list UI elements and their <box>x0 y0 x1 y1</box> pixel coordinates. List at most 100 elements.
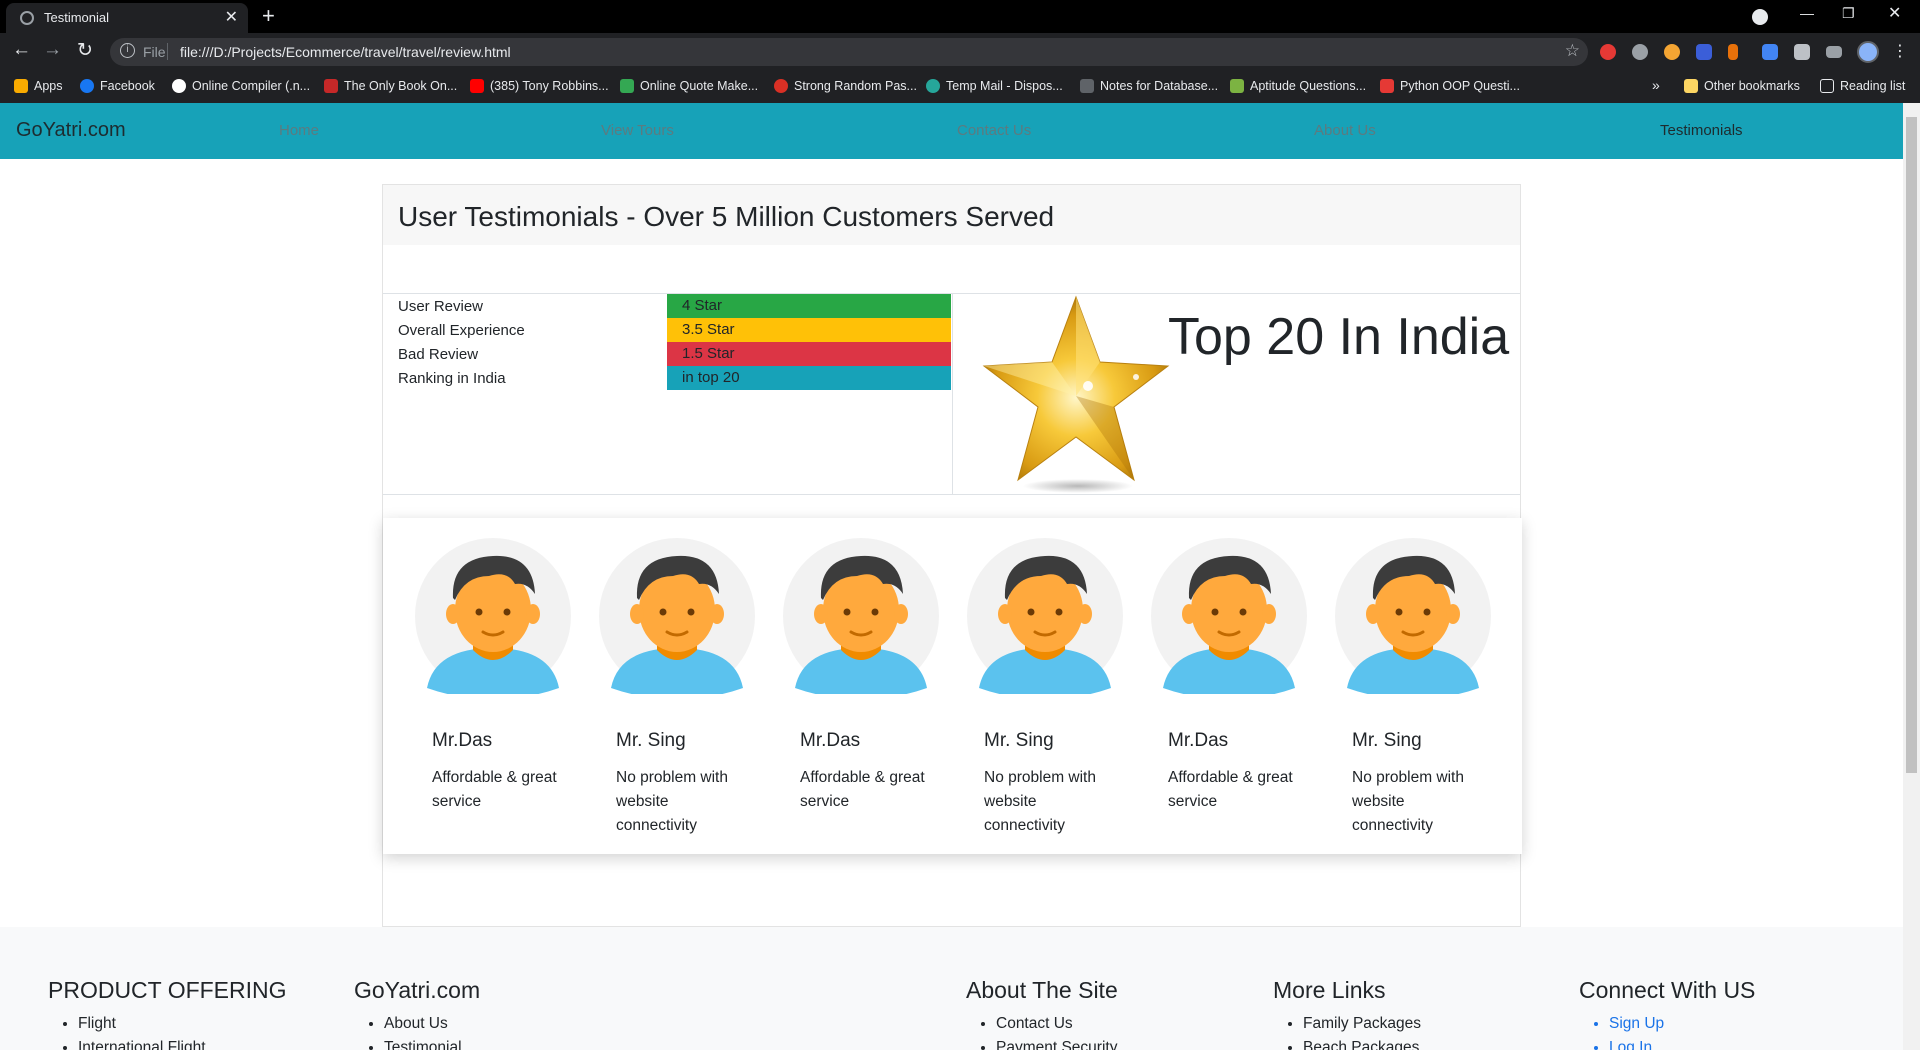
bookmark-random-password[interactable]: Strong Random Pas... <box>774 79 917 93</box>
stat-label-bad-review: Bad Review <box>398 346 479 363</box>
media-control-icon[interactable] <box>1826 46 1842 58</box>
omnibox-divider <box>167 43 168 60</box>
bookmark-quote-maker[interactable]: Online Quote Make... <box>620 79 758 93</box>
folder-icon <box>1684 79 1698 93</box>
browser-tab[interactable]: Testimonial ✕ <box>6 3 248 33</box>
user-avatar-icon <box>1151 538 1307 694</box>
youtube-icon <box>470 79 484 93</box>
bookmark-database-notes[interactable]: Notes for Database... <box>1080 79 1218 93</box>
nav-link-testimonials[interactable]: Testimonials <box>1660 122 1743 139</box>
bookmark-only-book[interactable]: The Only Book On... <box>324 79 457 93</box>
quote-maker-icon <box>620 79 634 93</box>
bookmark-python-oop[interactable]: Python OOP Questi... <box>1380 79 1520 93</box>
url-text[interactable]: file:///D:/Projects/Ecommerce/travel/tra… <box>180 44 511 60</box>
stat-value: in top 20 <box>682 369 740 386</box>
footer-list: Contact Us Payment Security <box>966 1012 1118 1050</box>
footer-heading: GoYatri.com <box>354 977 481 1003</box>
bookmark-aptitude[interactable]: Aptitude Questions... <box>1230 79 1366 93</box>
reviewer-name: Mr.Das <box>1168 730 1229 751</box>
user-avatar-icon <box>1335 538 1491 694</box>
site-footer: PRODUCT OFFERING Flight International Fl… <box>0 927 1903 1050</box>
page-title: User Testimonials - Over 5 Million Custo… <box>398 201 1055 232</box>
python-icon <box>1380 79 1394 93</box>
tab-title: Testimonial <box>44 10 110 25</box>
sign-up-link[interactable]: Sign Up <box>1609 1012 1755 1036</box>
cookie-extension-icon[interactable] <box>1664 44 1680 60</box>
footer-list: Flight International Flight <box>48 1012 287 1050</box>
stat-label-overall-experience: Overall Experience <box>398 322 525 339</box>
footer-link[interactable]: Flight <box>78 1012 287 1036</box>
site-info-icon[interactable]: i <box>120 43 135 58</box>
minimize-icon[interactable]: — <box>1800 5 1814 21</box>
restore-icon[interactable]: ❐ <box>1842 5 1855 22</box>
address-bar[interactable]: i File file:///D:/Projects/Ecommerce/tra… <box>110 38 1588 66</box>
nav-link-about-us[interactable]: About Us <box>1314 122 1376 139</box>
compiler-icon <box>172 79 186 93</box>
bookmark-star-icon[interactable]: ☆ <box>1565 41 1580 61</box>
browser-tab-strip: Testimonial ✕ + — ❐ ✕ <box>0 0 1920 33</box>
dictionary-extension-icon[interactable] <box>1696 44 1712 60</box>
close-tab-icon[interactable]: ✕ <box>225 7 238 27</box>
browser-toolbar: ← → ↻ i File file:///D:/Projects/Ecommer… <box>0 33 1920 71</box>
chrome-profile-icon[interactable] <box>1752 9 1768 25</box>
bookmarks-bar: Apps Facebook Online Compiler (.n... The… <box>0 71 1920 103</box>
chrome-menu-icon[interactable]: ⋮ <box>1892 41 1908 61</box>
stat-label-ranking: Ranking in India <box>398 370 506 387</box>
footer-heading: Connect With US <box>1579 977 1756 1003</box>
aptitude-icon <box>1230 79 1244 93</box>
facebook-icon <box>80 79 94 93</box>
adblock-extension-icon[interactable] <box>1600 44 1616 60</box>
globe-icon <box>20 11 34 25</box>
footer-link[interactable]: International Flight <box>78 1036 287 1050</box>
review-comment: No problem with website connectivity <box>616 769 728 834</box>
bookmark-facebook[interactable]: Facebook <box>80 79 155 93</box>
card-header: User Testimonials - Over 5 Million Custo… <box>383 185 1520 245</box>
footer-column-goyatri: GoYatri.com About Us Testimonial <box>354 977 480 1050</box>
bookmarks-overflow-button[interactable]: » <box>1652 77 1660 93</box>
footer-link[interactable]: Contact Us <box>996 1012 1118 1036</box>
scrollbar-thumb[interactable] <box>1906 117 1917 773</box>
profile-avatar[interactable] <box>1857 41 1879 63</box>
stat-value: 1.5 Star <box>682 345 735 362</box>
toolbar-extension-icon[interactable] <box>1728 44 1738 60</box>
reading-list-icon <box>1820 79 1834 93</box>
site-brand[interactable]: GoYatri.com <box>16 119 126 142</box>
new-tab-icon[interactable]: + <box>262 3 275 29</box>
log-in-link[interactable]: Log In <box>1609 1036 1755 1050</box>
bookmark-tony-robbins[interactable]: (385) Tony Robbins... <box>470 79 609 93</box>
react-devtools-extension-icon[interactable] <box>1632 44 1648 60</box>
footer-link[interactable]: About Us <box>384 1012 480 1036</box>
footer-heading: About The Site <box>966 977 1118 1003</box>
bookmark-temp-mail[interactable]: Temp Mail - Dispos... <box>926 79 1063 93</box>
footer-link[interactable]: Family Packages <box>1303 1012 1421 1036</box>
stat-bar-bad-review: 1.5 Star <box>667 342 951 366</box>
extensions-puzzle-icon[interactable] <box>1794 44 1810 60</box>
close-window-icon[interactable]: ✕ <box>1888 3 1901 23</box>
footer-link[interactable]: Beach Packages <box>1303 1036 1421 1050</box>
reviews-card: Mr.Das Affordable & great service Mr. Si… <box>383 518 1522 854</box>
stat-value: 3.5 Star <box>682 321 735 338</box>
reading-list-button[interactable]: Reading list <box>1820 79 1905 93</box>
stat-bar-ranking: in top 20 <box>667 366 951 390</box>
nav-link-view-tours[interactable]: View Tours <box>601 122 674 139</box>
translate-extension-icon[interactable] <box>1762 44 1778 60</box>
footer-column-more-links: More Links Family Packages Beach Package… <box>1273 977 1421 1050</box>
reload-icon[interactable]: ↻ <box>77 39 93 62</box>
bookmark-apps[interactable]: Apps <box>14 79 63 93</box>
footer-link[interactable]: Testimonial <box>384 1036 480 1050</box>
review-comment: No problem with website connectivity <box>984 769 1096 834</box>
forward-icon[interactable]: → <box>43 39 62 61</box>
nav-link-contact-us[interactable]: Contact Us <box>957 122 1031 139</box>
footer-column-about-site: About The Site Contact Us Payment Securi… <box>966 977 1118 1050</box>
back-icon[interactable]: ← <box>12 39 31 61</box>
bookmark-other[interactable]: Other bookmarks <box>1684 79 1800 93</box>
page-scrollbar[interactable] <box>1903 103 1920 1050</box>
footer-link[interactable]: Payment Security <box>996 1036 1118 1050</box>
nav-link-home[interactable]: Home <box>279 122 319 139</box>
bookmark-online-compiler[interactable]: Online Compiler (.n... <box>172 79 310 93</box>
user-avatar-icon <box>783 538 939 694</box>
rating-stats: User Review Overall Experience Bad Revie… <box>383 293 1520 495</box>
gold-star-icon <box>982 295 1170 493</box>
footer-column-connect: Connect With US Sign Up Log In <box>1579 977 1755 1050</box>
stat-value: 4 Star <box>682 297 723 314</box>
